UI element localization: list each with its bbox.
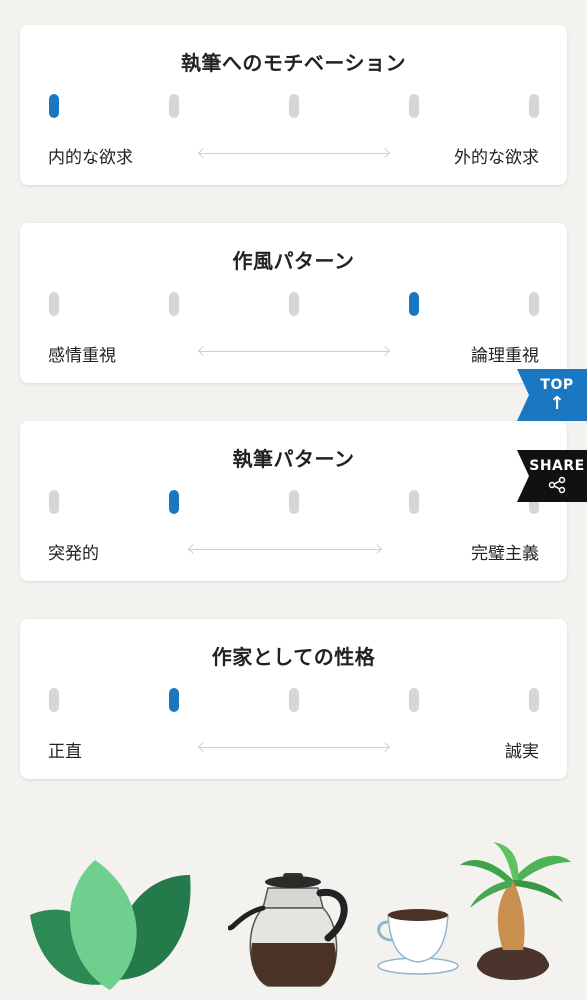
- scroll-to-top-button[interactable]: TOP ↑: [517, 369, 587, 421]
- leaves-icon: [30, 860, 191, 990]
- card-title: 作風パターン: [232, 249, 355, 273]
- scale-dot-1: [49, 688, 59, 712]
- double-arrow-icon: [198, 351, 390, 352]
- scale-dot-4: [409, 490, 419, 514]
- scale-dot-5: [529, 688, 539, 712]
- arrow-up-icon: ↑: [549, 393, 565, 414]
- scale-dot-1: [49, 292, 59, 316]
- top-button-label: TOP: [540, 377, 574, 393]
- scale-dot-2: [169, 292, 179, 316]
- coffee-cup-icon: [377, 909, 459, 975]
- scale-dot-5: [529, 292, 539, 316]
- share-icon: [527, 476, 587, 498]
- scale-left-label: 正直: [48, 742, 82, 762]
- scale-dot-3: [289, 490, 299, 514]
- slider-card-style: 作風パターン 感情重視 論理重視: [20, 223, 567, 383]
- coffee-pot-icon: [228, 873, 348, 987]
- scale-dot-3: [289, 292, 299, 316]
- scale-left-label: 感情重視: [48, 346, 116, 366]
- double-arrow-icon: [198, 153, 390, 154]
- scale-dot-2: [169, 490, 179, 514]
- slider-card-motivation: 執筆へのモチベーション 内的な欲求 外的な欲求: [20, 25, 567, 185]
- scale-left-label: 突発的: [48, 544, 99, 564]
- palm-plant-icon: [460, 842, 571, 980]
- scale-left-label: 内的な欲求: [48, 148, 133, 168]
- scale-right-label: 完璧主義: [471, 544, 539, 564]
- scale-right-label: 論理重視: [471, 346, 539, 366]
- scale-right-label: 外的な欲求: [454, 148, 539, 168]
- slider-card-writing-pattern: 執筆パターン 突発的 完璧主義: [20, 421, 567, 581]
- scale-dot-5: [529, 94, 539, 118]
- double-arrow-icon: [198, 747, 390, 748]
- share-button-label: SHARE: [529, 458, 585, 474]
- double-arrow-icon: [188, 549, 382, 550]
- card-title: 執筆パターン: [232, 447, 355, 471]
- slider-card-personality: 作家としての性格 正直 誠実: [20, 619, 567, 779]
- scale-dot-3: [289, 94, 299, 118]
- scale-dot-1: [49, 94, 59, 118]
- card-title: 作家としての性格: [211, 645, 376, 669]
- scale-dot-4: [409, 292, 419, 316]
- scale-dot-2: [169, 94, 179, 118]
- scale-dot-2: [169, 688, 179, 712]
- card-title: 執筆へのモチベーション: [180, 51, 407, 75]
- scale-dot-3: [289, 688, 299, 712]
- scale-dot-4: [409, 94, 419, 118]
- scale-dot-4: [409, 688, 419, 712]
- scale-dot-1: [49, 490, 59, 514]
- scale-right-label: 誠実: [505, 742, 539, 762]
